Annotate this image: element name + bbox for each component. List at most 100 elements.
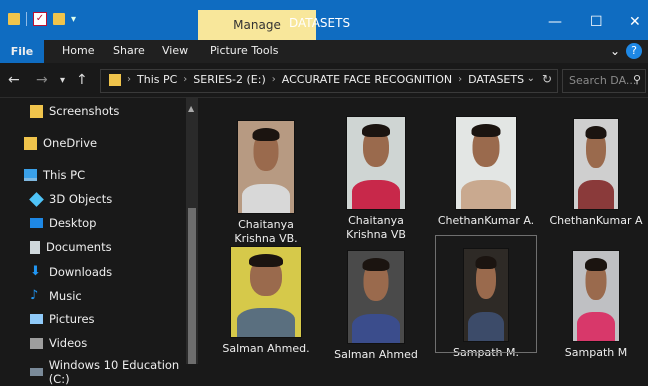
- chevron-right-icon[interactable]: ›: [183, 74, 187, 85]
- sidebar-item-downloads[interactable]: ⬇ Downloads: [30, 264, 112, 279]
- file-item[interactable]: Chaitanya Krishna VB.: [216, 106, 316, 246]
- shirt-shape: [577, 180, 615, 209]
- file-item[interactable]: Salman Ahmed: [326, 238, 426, 362]
- forward-icon[interactable]: →: [36, 72, 48, 88]
- sidebar-item-3d-objects[interactable]: 3D Objects: [29, 191, 112, 207]
- tab-home[interactable]: Home: [62, 44, 94, 57]
- sidebar-item-music[interactable]: ♪ Music: [30, 288, 82, 303]
- hair-shape: [585, 258, 607, 271]
- file-item[interactable]: Salman Ahmed.: [216, 238, 316, 356]
- file-name: ChethanKumar A: [549, 214, 643, 227]
- sidebar-item-drive-c[interactable]: Windows 10 Education (C:): [30, 358, 200, 386]
- sidebar-item-label: Music: [49, 288, 82, 303]
- search-placeholder: Search DA...: [569, 74, 637, 87]
- sidebar-item-desktop[interactable]: Desktop: [30, 216, 96, 230]
- back-icon[interactable]: ←: [8, 72, 20, 88]
- customize-toolbar-icon[interactable]: ▾: [71, 14, 76, 25]
- shirt-shape: [352, 314, 400, 343]
- image-thumbnail: [455, 116, 517, 210]
- maximize-button[interactable]: ☐: [590, 14, 603, 30]
- chevron-down-icon[interactable]: ⌄: [527, 73, 535, 84]
- crumb-datasets[interactable]: DATASETS: [468, 73, 524, 86]
- cube-icon: [29, 191, 44, 207]
- divider: [26, 12, 27, 26]
- pictures-icon: [30, 314, 43, 324]
- hair-shape: [362, 258, 390, 271]
- help-icon[interactable]: ?: [626, 43, 642, 59]
- shirt-shape: [351, 180, 401, 209]
- document-icon: [30, 240, 40, 254]
- minimize-button[interactable]: —: [548, 14, 562, 30]
- window-title: DATASETS: [289, 16, 351, 30]
- sidebar-item-label: Documents: [46, 240, 112, 254]
- tab-file[interactable]: File: [0, 40, 44, 63]
- navigation-pane: Screenshots OneDrive This PC 3D Objects …: [0, 98, 200, 386]
- image-thumbnail: [346, 116, 406, 210]
- sidebar-item-this-pc[interactable]: This PC: [24, 168, 85, 182]
- folder-icon: [24, 136, 37, 150]
- scroll-up-icon[interactable]: ▲: [188, 104, 194, 113]
- sidebar-item-documents[interactable]: Documents: [30, 240, 112, 254]
- file-item[interactable]: Sampath M: [546, 238, 646, 360]
- crumb-this-pc[interactable]: This PC: [137, 73, 177, 86]
- file-name: Salman Ahmed: [334, 348, 418, 361]
- search-input[interactable]: Search DA... ⚲: [562, 69, 646, 93]
- image-thumbnail: [230, 246, 302, 338]
- recent-locations-icon[interactable]: ▾: [60, 75, 65, 86]
- image-thumbnail: [237, 120, 295, 214]
- hair-shape: [362, 124, 390, 137]
- music-icon: ♪: [30, 288, 39, 303]
- file-item[interactable]: Sampath M.: [435, 235, 537, 359]
- folder-icon: [109, 73, 121, 86]
- breadcrumb[interactable]: › This PC › SERIES-2 (E:) › ACCURATE FAC…: [100, 69, 558, 93]
- file-item[interactable]: Chaitanya Krishna VB: [326, 106, 426, 242]
- tab-view[interactable]: View: [162, 44, 188, 57]
- file-item[interactable]: ChethanKumar A: [546, 106, 646, 228]
- crumb-project[interactable]: ACCURATE FACE RECOGNITION: [282, 73, 452, 86]
- refresh-icon[interactable]: ↻: [542, 72, 552, 86]
- chevron-right-icon[interactable]: ›: [127, 74, 131, 85]
- properties-icon[interactable]: ✓: [33, 12, 47, 26]
- address-bar: ← → ▾ ↑ › This PC › SERIES-2 (E:) › ACCU…: [0, 63, 648, 98]
- sidebar-item-onedrive[interactable]: OneDrive: [24, 136, 97, 150]
- sidebar-item-label: This PC: [43, 168, 86, 182]
- image-thumbnail: [347, 250, 405, 344]
- chevron-right-icon[interactable]: ›: [272, 74, 276, 85]
- image-thumbnail: [573, 118, 619, 210]
- file-item[interactable]: ChethanKumar A.: [436, 106, 536, 228]
- new-folder-icon[interactable]: [53, 13, 65, 25]
- image-thumbnail: [572, 250, 620, 342]
- file-list: Chaitanya Krishna VB. Chaitanya Krishna V…: [200, 98, 648, 364]
- folder-icon: [30, 104, 43, 118]
- hair-shape: [471, 124, 501, 137]
- file-name: Sampath M.: [453, 346, 519, 359]
- shirt-shape: [467, 312, 505, 341]
- expand-ribbon-icon[interactable]: ⌄: [610, 44, 620, 58]
- scrollbar-thumb[interactable]: [188, 208, 196, 364]
- search-icon[interactable]: ⚲: [633, 73, 641, 86]
- folder-icon[interactable]: [8, 13, 20, 25]
- hair-shape: [585, 126, 607, 139]
- shirt-shape: [460, 180, 512, 209]
- hair-shape: [252, 128, 280, 141]
- file-name: Salman Ahmed.: [222, 342, 310, 355]
- sidebar-scrollbar[interactable]: ▲: [186, 98, 198, 364]
- sidebar-item-videos[interactable]: Videos: [30, 336, 87, 350]
- tab-picture-tools[interactable]: Picture Tools: [210, 44, 278, 57]
- up-icon[interactable]: ↑: [76, 72, 88, 88]
- close-button[interactable]: ✕: [629, 14, 641, 30]
- sidebar-item-label: Desktop: [49, 216, 97, 230]
- crumb-drive[interactable]: SERIES-2 (E:): [193, 73, 265, 86]
- download-icon: ⬇: [30, 264, 41, 279]
- tab-share[interactable]: Share: [113, 44, 145, 57]
- video-icon: [30, 337, 43, 349]
- shirt-shape: [242, 184, 290, 213]
- sidebar-item-pictures[interactable]: Pictures: [30, 312, 95, 326]
- hair-shape: [249, 254, 283, 267]
- chevron-right-icon[interactable]: ›: [458, 74, 462, 85]
- sidebar-item-screenshots[interactable]: Screenshots: [30, 104, 119, 118]
- sidebar-item-label: Screenshots: [49, 104, 120, 118]
- image-thumbnail: [463, 248, 509, 342]
- desktop-icon: [30, 218, 43, 228]
- hair-shape: [475, 256, 497, 269]
